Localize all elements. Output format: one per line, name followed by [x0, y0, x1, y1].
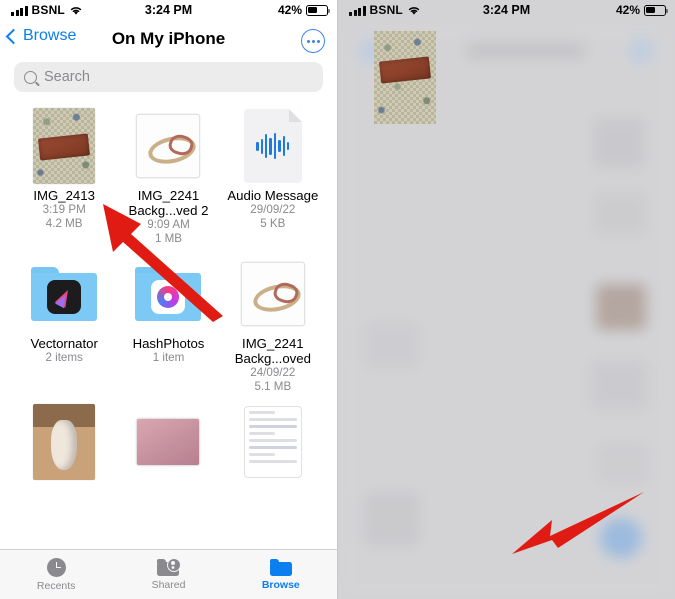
- file-thumbnail: [243, 404, 302, 480]
- file-grid: IMG_2413 3:19 PM 4.2 MB IMG_2241 Backg..…: [0, 102, 337, 480]
- status-bar-left: BSNL 3:24 PM 42%: [0, 0, 337, 22]
- folder-icon: [31, 267, 98, 321]
- document-preview-thumbnail: [243, 406, 302, 478]
- file-item-img2413[interactable]: IMG_2413 3:19 PM 4.2 MB: [12, 108, 116, 246]
- file-thumbnail: [33, 404, 96, 480]
- file-name: Vectornator: [30, 336, 98, 351]
- photo-vase-thumbnail: [33, 404, 96, 480]
- right-screenshot-panel: BSNL 3:24 PM 42% Get Info: [338, 0, 675, 599]
- status-bar-right-group: 42%: [277, 3, 331, 17]
- folder-thumbnail: [135, 256, 202, 332]
- shared-folder-icon: [157, 557, 182, 576]
- tab-label: Recents: [36, 579, 76, 592]
- audio-waveform-icon: [243, 109, 302, 183]
- file-item-audio-message[interactable]: Audio Message 29/09/22 5 KB: [221, 108, 325, 246]
- file-size: 1 MB: [154, 232, 183, 245]
- search-placeholder: Search: [44, 69, 90, 85]
- file-name: IMG_2241 Backg...ved 2: [128, 188, 209, 218]
- file-date: 9:09 AM: [147, 218, 190, 231]
- file-thumbnail: [33, 108, 96, 184]
- tab-bar: Recents Shared Browse: [0, 549, 337, 599]
- folder-item-vectornator[interactable]: Vectornator 2 items: [12, 256, 116, 394]
- file-item-img2241[interactable]: IMG_2241 Backg...oved 24/09/22 5.1 MB: [221, 256, 325, 394]
- photo-carpet-thumbnail: [374, 31, 436, 124]
- panel-divider: [337, 0, 338, 599]
- clock-icon: [46, 557, 66, 577]
- photo-sandal-thumbnail: [136, 114, 201, 178]
- file-thumbnail: [243, 108, 302, 184]
- file-name: IMG_2241 Backg...oved: [234, 336, 311, 366]
- file-date: 24/09/22: [250, 366, 296, 379]
- folder-thumbnail: [31, 256, 98, 332]
- file-item-count: 2 items: [45, 351, 83, 364]
- ellipsis-circle-icon[interactable]: [301, 29, 325, 53]
- vectornator-app-icon: [47, 280, 82, 314]
- navigation-bar: Browse On My iPhone: [0, 22, 337, 58]
- status-bar-right-group: 42%: [615, 3, 669, 17]
- tab-label: Shared: [151, 578, 186, 591]
- lifted-file-thumbnail: [374, 31, 436, 124]
- folder-item-hashphotos[interactable]: HashPhotos 1 item: [116, 256, 220, 394]
- file-item-count: 1 item: [152, 351, 185, 364]
- file-size: 5 KB: [260, 217, 286, 230]
- file-size: 5.1 MB: [254, 380, 292, 393]
- page-title: On My iPhone: [111, 29, 226, 48]
- file-item-img2241-2[interactable]: IMG_2241 Backg...ved 2 9:09 AM 1 MB: [116, 108, 220, 246]
- photo-pink-thumbnail: [136, 418, 201, 466]
- battery-percent-label: 42%: [615, 3, 640, 17]
- battery-percent-label: 42%: [277, 3, 302, 17]
- folder-icon: [135, 267, 202, 321]
- tab-browse[interactable]: Browse: [225, 550, 337, 599]
- photo-carpet-thumbnail: [33, 108, 96, 184]
- file-item-partial-doc[interactable]: [221, 404, 325, 480]
- photo-sandal-thumbnail: [240, 262, 305, 326]
- file-thumbnail: [136, 108, 201, 184]
- search-input[interactable]: Search: [14, 62, 323, 92]
- file-thumbnail: [136, 404, 201, 480]
- battery-icon: [644, 4, 669, 16]
- file-name: Audio Message: [227, 188, 319, 203]
- file-date: 3:19 PM: [42, 203, 86, 216]
- file-name: IMG_2413: [33, 188, 95, 203]
- file-name: HashPhotos: [132, 336, 205, 351]
- file-item-partial-pink[interactable]: [116, 404, 220, 480]
- status-bar-right: BSNL 3:24 PM 42%: [338, 0, 675, 22]
- tab-recents[interactable]: Recents: [0, 550, 112, 599]
- battery-icon: [306, 4, 331, 16]
- tab-shared[interactable]: Shared: [112, 550, 224, 599]
- tab-label: Browse: [261, 578, 300, 591]
- left-screenshot-panel: BSNL 3:24 PM 42% Browse On My iPhone Sea…: [0, 0, 337, 599]
- hashphotos-app-icon: [151, 280, 186, 314]
- search-container: Search: [0, 58, 337, 102]
- search-icon: [24, 70, 37, 84]
- file-thumbnail: [240, 256, 305, 332]
- file-item-partial-vase[interactable]: [12, 404, 116, 480]
- file-date: 29/09/22: [250, 203, 296, 216]
- file-size: 4.2 MB: [45, 217, 83, 230]
- folder-icon: [269, 558, 292, 576]
